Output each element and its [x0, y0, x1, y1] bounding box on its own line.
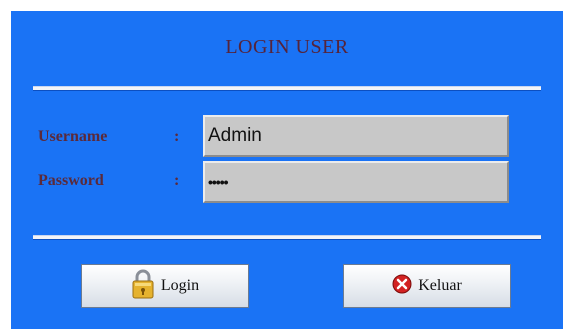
password-colon: :: [174, 172, 180, 189]
username-label: Username: [38, 128, 108, 145]
top-divider: [33, 86, 541, 91]
password-input[interactable]: •••••: [203, 161, 509, 203]
keluar-button[interactable]: Keluar: [343, 264, 511, 308]
close-icon: [392, 274, 412, 299]
password-label: Password: [38, 172, 104, 189]
username-colon: :: [174, 128, 180, 145]
page-title: LOGIN USER: [225, 36, 349, 58]
login-button[interactable]: Login: [81, 264, 249, 308]
bottom-divider: [33, 235, 541, 240]
login-panel: LOGIN USER Username : Admin Password : •…: [11, 11, 563, 329]
padlock-icon: [131, 268, 155, 305]
keluar-button-label: Keluar: [418, 277, 462, 294]
login-button-label: Login: [160, 277, 200, 294]
username-input[interactable]: Admin: [203, 115, 509, 157]
